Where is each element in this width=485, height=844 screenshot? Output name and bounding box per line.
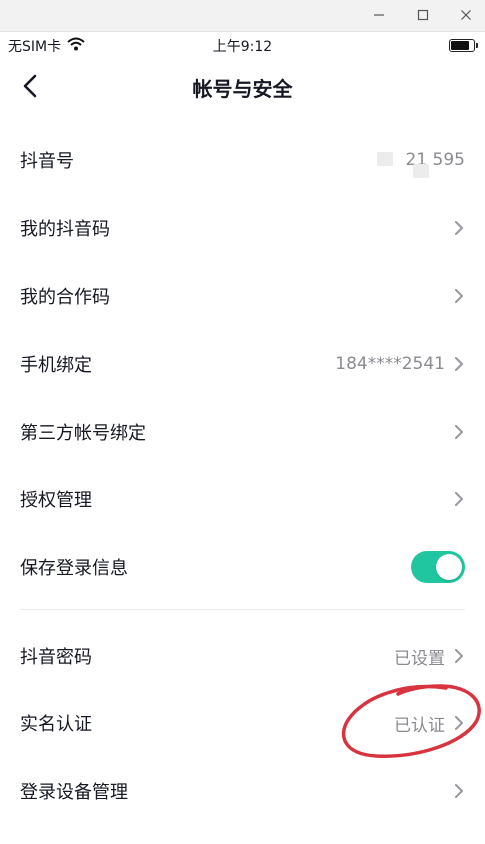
row-label: 实名认证 [20, 714, 92, 735]
row-save-login-info: 保存登录信息 [0, 533, 485, 601]
row-third-party-binding[interactable]: 第三方帐号绑定 [0, 398, 485, 466]
row-real-name-verification[interactable]: 实名认证 已认证 [0, 689, 485, 757]
maximize-icon[interactable] [410, 4, 436, 26]
page-title: 帐号与安全 [192, 77, 293, 101]
chevron-right-icon [453, 715, 465, 731]
chevron-right-icon [453, 288, 465, 304]
row-label: 第三方帐号绑定 [20, 423, 146, 444]
toggle-knob [436, 554, 462, 580]
row-phone-binding[interactable]: 手机绑定 184****2541 [0, 330, 485, 398]
chevron-right-icon [453, 783, 465, 799]
row-my-cooperation-code[interactable]: 我的合作码 [0, 262, 485, 330]
row-login-device-management[interactable]: 登录设备管理 [0, 757, 485, 825]
row-label: 授权管理 [20, 490, 92, 511]
minimize-icon[interactable] [366, 4, 392, 26]
section-divider [20, 609, 465, 610]
row-my-douyin-code[interactable]: 我的抖音码 [0, 194, 485, 262]
save-login-toggle[interactable] [411, 551, 465, 583]
row-label: 保存登录信息 [20, 558, 128, 579]
window-title-bar [0, 0, 485, 32]
row-douyin-password[interactable]: 抖音密码 已设置 [0, 622, 485, 690]
status-bar: 无SIM卡 上午9:12 [0, 32, 485, 58]
row-label: 登录设备管理 [20, 782, 128, 803]
row-label: 我的合作码 [20, 287, 110, 308]
row-label: 抖音密码 [20, 647, 92, 668]
row-authorization-management[interactable]: 授权管理 [0, 465, 485, 533]
chevron-right-icon [453, 424, 465, 440]
chevron-right-icon [453, 356, 465, 372]
phone-number-value: 184****2541 [335, 354, 445, 374]
row-douyin-id[interactable]: 抖音号 21 595 [0, 126, 485, 194]
battery-icon [449, 39, 478, 52]
row-label: 我的抖音码 [20, 219, 110, 240]
chevron-right-icon [453, 220, 465, 236]
redaction-mask [377, 152, 393, 166]
chevron-right-icon [453, 491, 465, 507]
redaction-mask [413, 164, 429, 178]
status-time: 上午9:12 [212, 39, 273, 55]
password-status-value: 已设置 [394, 648, 445, 669]
row-label: 抖音号 [20, 151, 74, 172]
row-label: 手机绑定 [20, 355, 92, 376]
verification-status-value: 已认证 [394, 715, 445, 736]
carrier-indicator: 无SIM卡 [8, 36, 85, 56]
wifi-icon [67, 37, 85, 55]
chevron-left-icon[interactable] [14, 70, 46, 102]
chevron-right-icon [453, 648, 465, 664]
carrier-label: 无SIM卡 [8, 39, 62, 55]
navigation-bar: 帐号与安全 [0, 58, 485, 114]
close-icon[interactable] [453, 4, 479, 26]
